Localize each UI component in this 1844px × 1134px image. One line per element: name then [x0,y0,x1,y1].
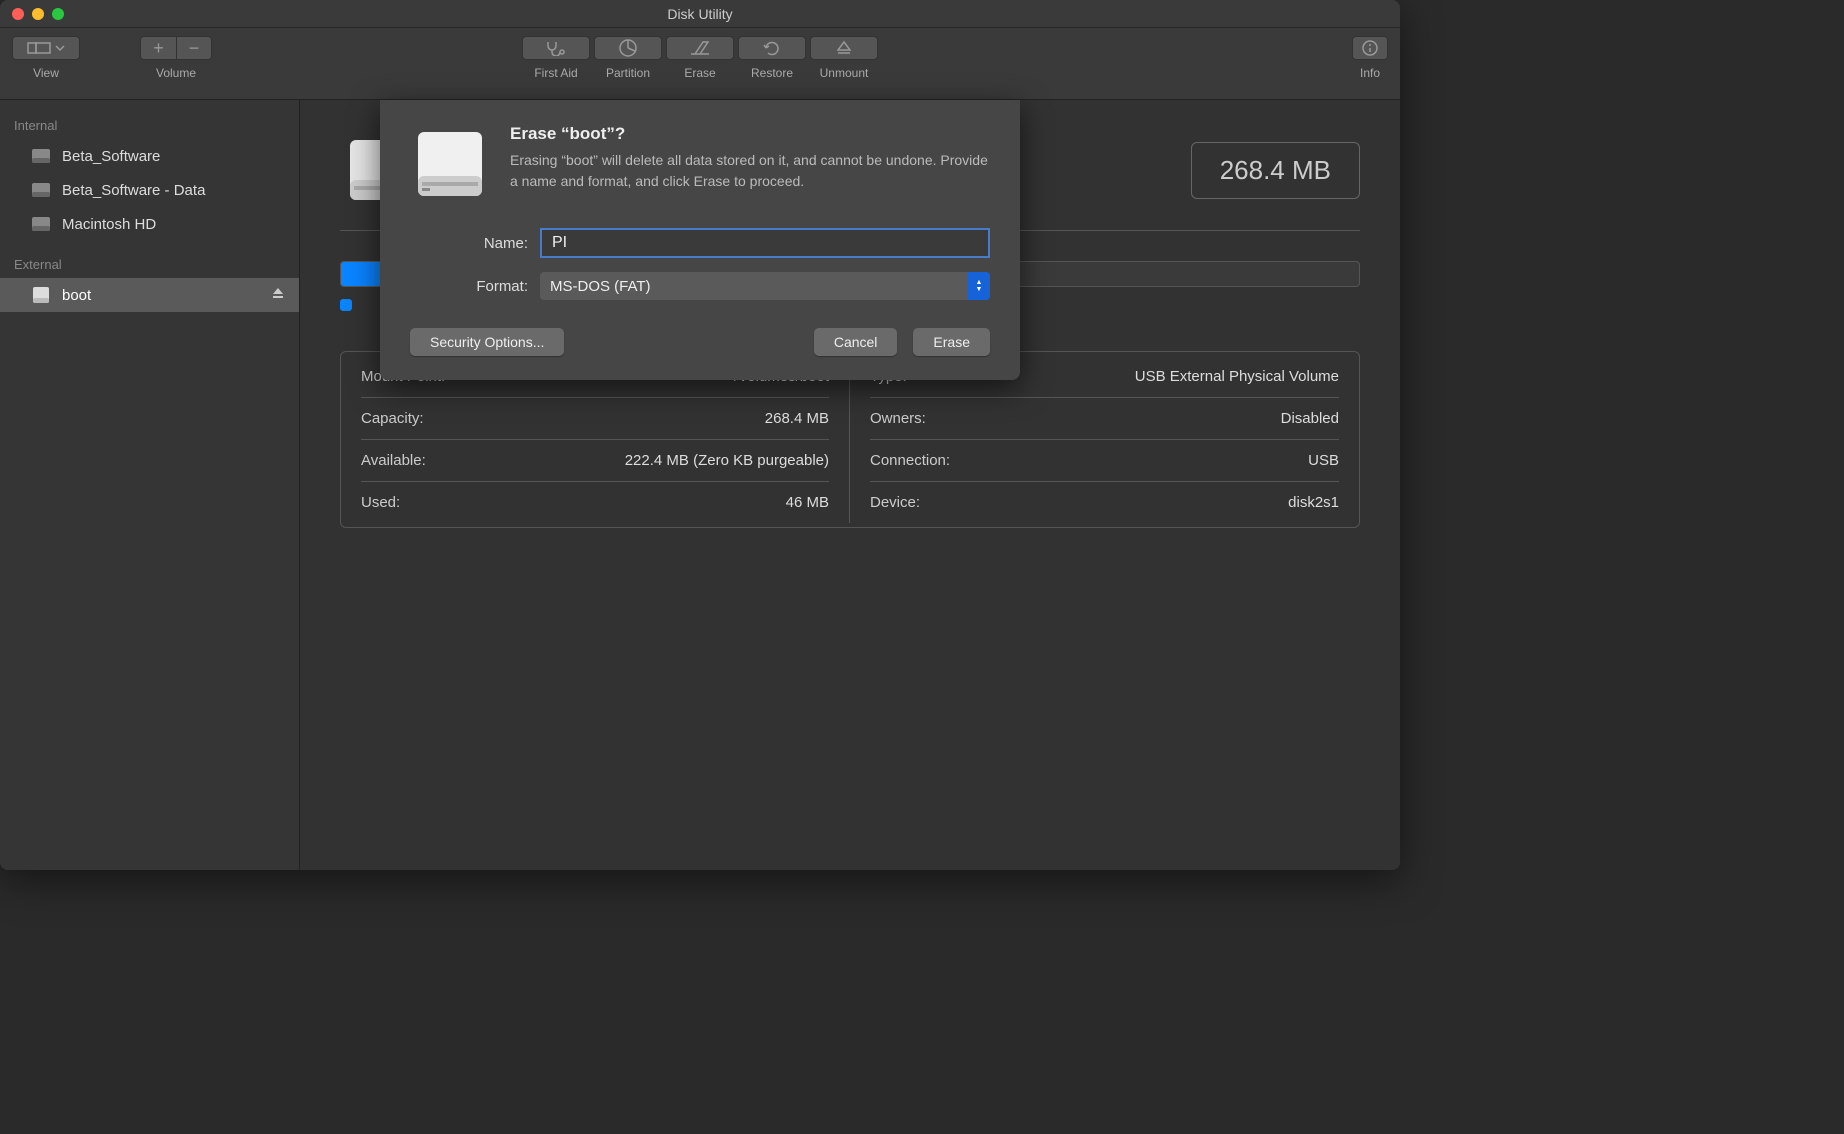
info-label: Info [1360,66,1380,80]
table-row: Connection:USB [870,440,1339,482]
unmount-icon [835,39,853,57]
dialog-disk-icon [410,124,490,204]
partition-button[interactable] [594,36,662,60]
volume-size-badge: 268.4 MB [1191,142,1360,199]
restore-button[interactable] [738,36,806,60]
sidebar-item-label: Beta_Software - Data [62,182,205,199]
maximize-icon[interactable] [52,8,64,20]
table-row: Used:46 MB [361,482,829,523]
security-options-button[interactable]: Security Options... [410,328,564,356]
volume-remove-button[interactable]: − [176,36,212,60]
table-row: Owners:Disabled [870,398,1339,440]
restore-label: Restore [751,66,793,80]
view-button[interactable] [12,36,80,60]
format-label: Format: [410,278,540,295]
chevron-updown-icon: ▲▼ [968,272,990,300]
dialog-description: Erasing “boot” will delete all data stor… [510,150,990,192]
view-label: View [33,66,59,80]
sidebar-item-label: Macintosh HD [62,216,156,233]
name-input[interactable] [540,228,990,258]
sidebar-item-macintosh-hd[interactable]: Macintosh HD [0,207,299,241]
sidebar-section-internal: Internal [0,112,299,139]
sidebar-item-beta-software[interactable]: Beta_Software [0,139,299,173]
name-label: Name: [410,235,540,252]
partition-label: Partition [606,66,650,80]
sidebar-section-external: External [0,251,299,278]
disk-icon [30,145,52,167]
first-aid-button[interactable] [522,36,590,60]
first-aid-label: First Aid [534,66,577,80]
cancel-button[interactable]: Cancel [814,328,898,356]
table-row: Capacity:268.4 MB [361,398,829,440]
sidebar-item-boot[interactable]: boot [0,278,299,312]
dialog-title: Erase “boot”? [510,124,990,144]
sidebar-item-label: Beta_Software [62,148,160,165]
close-icon[interactable] [12,8,24,20]
eraser-icon [689,40,711,56]
format-select[interactable]: MS-DOS (FAT) ▲▼ [540,272,990,300]
disk-utility-window: Disk Utility View + − Volume First Aid [0,0,1400,870]
unmount-label: Unmount [820,66,869,80]
disk-icon [30,213,52,235]
external-disk-icon [30,284,52,306]
legend-used [340,299,352,311]
unmount-button[interactable] [810,36,878,60]
titlebar: Disk Utility [0,0,1400,28]
format-value: MS-DOS (FAT) [550,278,651,295]
restore-icon [762,40,782,56]
table-row: Device:disk2s1 [870,482,1339,523]
window-title: Disk Utility [667,6,732,22]
erase-dialog: Erase “boot”? Erasing “boot” will delete… [380,100,1020,380]
volume-add-button[interactable]: + [140,36,176,60]
erase-confirm-button[interactable]: Erase [913,328,990,356]
eject-icon[interactable] [271,286,285,304]
erase-label: Erase [684,66,715,80]
disk-icon [30,179,52,201]
sidebar: Internal Beta_Software Beta_Software - D… [0,100,300,870]
info-button[interactable] [1352,36,1388,60]
toolbar: View + − Volume First Aid Partition [0,28,1400,100]
pie-icon [618,38,638,58]
table-row: Available:222.4 MB (Zero KB purgeable) [361,440,829,482]
minimize-icon[interactable] [32,8,44,20]
stethoscope-icon [544,40,568,56]
info-icon [1361,39,1379,57]
volume-label: Volume [156,66,196,80]
sidebar-item-beta-software-data[interactable]: Beta_Software - Data [0,173,299,207]
sidebar-item-label: boot [62,287,91,304]
erase-button[interactable] [666,36,734,60]
